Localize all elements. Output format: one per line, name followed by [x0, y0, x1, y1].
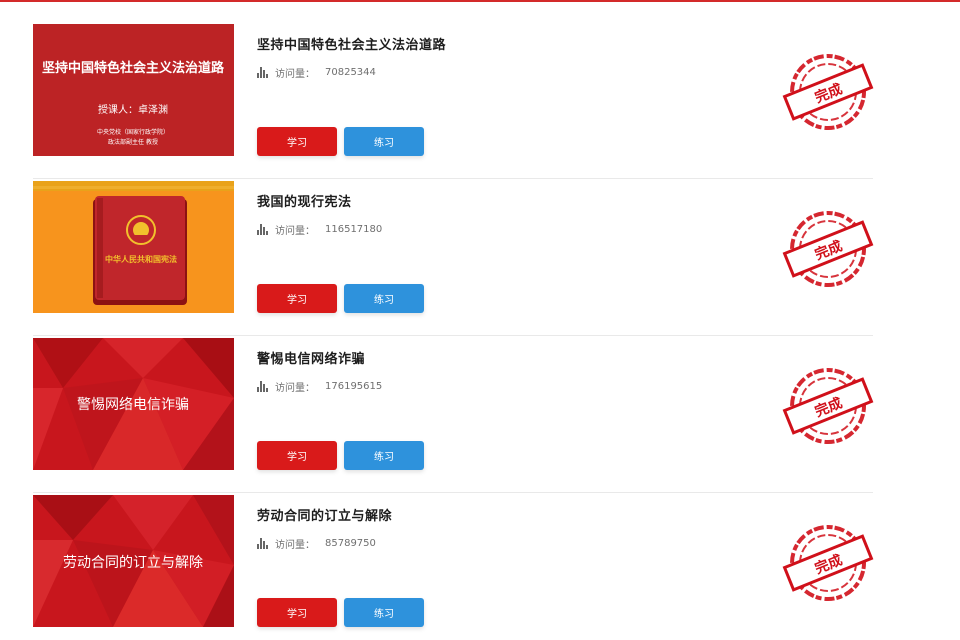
course-item: 劳动合同的订立与解除 劳动合同的订立与解除 访问量： 85789750 学习 练… — [33, 493, 874, 640]
course-title[interactable]: 警惕电信网络诈骗 — [257, 348, 365, 367]
study-button[interactable]: 学习 — [257, 127, 337, 156]
thumbnail-org-line2: 政法部副主任 教授 — [108, 138, 158, 146]
thumbnail-title: 劳动合同的订立与解除 — [63, 555, 203, 571]
view-count: 访问量： 176195615 — [257, 379, 382, 394]
practice-button[interactable]: 练习 — [344, 598, 424, 627]
view-count-value: 85789750 — [325, 538, 376, 549]
view-count: 访问量： 85789750 — [257, 536, 376, 551]
practice-button[interactable]: 练习 — [344, 284, 424, 313]
course-thumbnail[interactable]: 坚持中国特色社会主义法治道路 授课人：卓泽渊 中央党校（国家行政学院） 政法部副… — [33, 24, 234, 156]
study-button[interactable]: 学习 — [257, 598, 337, 627]
bar-chart-icon — [257, 224, 269, 235]
course-item: 警惕网络电信诈骗 警惕电信网络诈骗 访问量： 176195615 学习 练习 完… — [33, 336, 874, 493]
view-count-value: 176195615 — [325, 381, 383, 392]
view-count-label: 访问量： — [275, 540, 315, 551]
thumbnail-title: 警惕网络电信诈骗 — [77, 397, 189, 413]
view-count-value: 70825344 — [325, 67, 376, 78]
view-count-label: 访问量： — [275, 226, 315, 237]
view-count: 访问量： 116517180 — [257, 222, 382, 237]
thumbnail-title: 坚持中国特色社会主义法治道路 — [42, 60, 225, 76]
completed-stamp-icon: 完成 — [782, 368, 874, 444]
completed-stamp-icon: 完成 — [782, 211, 874, 287]
bar-chart-icon — [257, 381, 269, 392]
top-accent-line — [0, 0, 960, 2]
course-item: 中华人民共和国宪法 我国的现行宪法 访问量： 116517180 学习 练习 完… — [33, 179, 874, 336]
course-list: 坚持中国特色社会主义法治道路 授课人：卓泽渊 中央党校（国家行政学院） 政法部副… — [33, 22, 874, 640]
course-item: 坚持中国特色社会主义法治道路 授课人：卓泽渊 中央党校（国家行政学院） 政法部副… — [33, 22, 874, 179]
course-title[interactable]: 我国的现行宪法 — [257, 191, 352, 210]
thumbnail-lecturer: 授课人：卓泽渊 — [98, 103, 168, 116]
bar-chart-icon — [257, 538, 269, 549]
view-count-value: 116517180 — [325, 224, 383, 235]
course-title[interactable]: 坚持中国特色社会主义法治道路 — [257, 34, 446, 53]
bar-chart-icon — [257, 67, 269, 78]
practice-button[interactable]: 练习 — [344, 127, 424, 156]
course-title[interactable]: 劳动合同的订立与解除 — [257, 505, 392, 524]
view-count-label: 访问量： — [275, 69, 315, 80]
book-title: 中华人民共和国宪法 — [105, 254, 177, 264]
completed-stamp-icon: 完成 — [782, 54, 874, 130]
course-thumbnail[interactable]: 中华人民共和国宪法 — [33, 181, 234, 313]
thumbnail-org-line1: 中央党校（国家行政学院） — [97, 128, 169, 136]
view-count-label: 访问量： — [275, 383, 315, 394]
completed-stamp-icon: 完成 — [782, 525, 874, 601]
practice-button[interactable]: 练习 — [344, 441, 424, 470]
course-thumbnail[interactable]: 劳动合同的订立与解除 — [33, 495, 234, 627]
study-button[interactable]: 学习 — [257, 441, 337, 470]
course-thumbnail[interactable]: 警惕网络电信诈骗 — [33, 338, 234, 470]
study-button[interactable]: 学习 — [257, 284, 337, 313]
view-count: 访问量： 70825344 — [257, 65, 376, 80]
